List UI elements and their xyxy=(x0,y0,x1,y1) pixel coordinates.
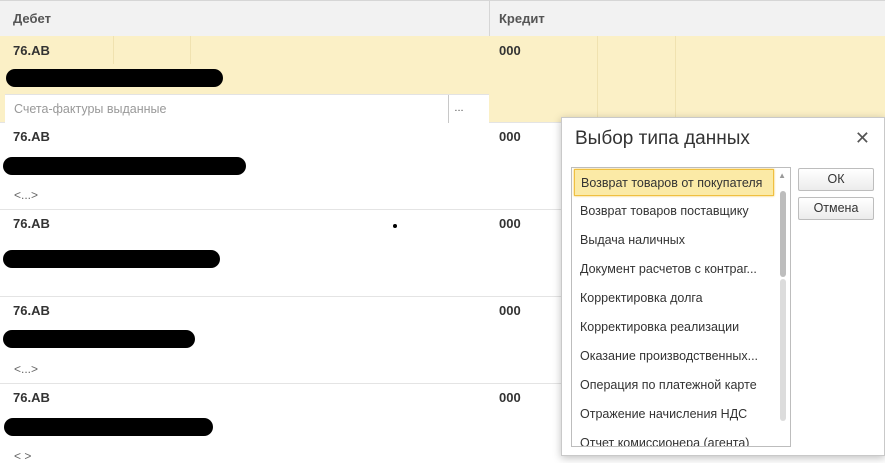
subconto-input[interactable]: Счета-фактуры выданные ... xyxy=(5,94,489,123)
subconto-input-placeholder: Счета-фактуры выданные xyxy=(14,102,167,116)
list-item[interactable]: Оказание производственных... xyxy=(574,343,774,370)
credit-column-header[interactable]: Кредит xyxy=(499,1,545,36)
header-divider xyxy=(489,1,490,36)
cell-divider xyxy=(675,36,676,122)
credit-account: 000 xyxy=(499,390,521,405)
dialog-title: Выбор типа данных xyxy=(575,128,750,149)
cell-divider xyxy=(113,36,114,64)
stray-dot xyxy=(393,224,397,228)
debit-account: 76.АВ xyxy=(13,129,50,144)
redacted-text xyxy=(3,250,220,268)
redacted-text xyxy=(3,330,195,348)
list-item[interactable]: Отражение начисления НДС xyxy=(574,401,774,428)
redacted-text xyxy=(3,157,246,175)
debit-column-header[interactable]: Дебет xyxy=(13,1,51,36)
debit-account: 76.АВ xyxy=(13,216,50,231)
data-type-list[interactable]: Возврат товаров от покупателя Возврат то… xyxy=(571,167,791,447)
ok-button[interactable]: ОК xyxy=(798,168,874,191)
cancel-button[interactable]: Отмена xyxy=(798,197,874,220)
more-link[interactable]: <...> xyxy=(14,362,38,376)
grid-header: Дебет Кредит xyxy=(0,0,885,37)
more-link[interactable]: <...> xyxy=(14,188,38,202)
list-item[interactable]: Выдача наличных xyxy=(574,227,774,254)
select-button[interactable]: ... xyxy=(448,95,469,123)
credit-account: 000 xyxy=(499,43,521,58)
list-item[interactable]: Корректировка долга xyxy=(574,285,774,312)
debit-account: 76.АВ xyxy=(13,303,50,318)
list-item[interactable]: Документ расчетов с контраг... xyxy=(574,256,774,283)
list-scrollbar[interactable]: ▲ xyxy=(777,169,789,445)
list-item[interactable]: Возврат товаров поставщику xyxy=(574,198,774,225)
debit-account: 76.АВ xyxy=(13,43,50,58)
credit-account: 000 xyxy=(499,129,521,144)
credit-account: 000 xyxy=(499,216,521,231)
scrollbar-track-fill xyxy=(780,279,786,421)
scrollbar-thumb[interactable] xyxy=(780,191,786,277)
list-item[interactable]: Возврат товаров от покупателя xyxy=(574,169,774,196)
debit-account: 76.АВ xyxy=(13,390,50,405)
data-type-dialog: Выбор типа данных ✕ Возврат товаров от п… xyxy=(561,117,885,456)
credit-account: 000 xyxy=(499,303,521,318)
more-link[interactable]: < > xyxy=(14,449,31,463)
redacted-text xyxy=(4,418,213,436)
table-row[interactable]: 76.АВ 000 Счета-фактуры выданные ... xyxy=(0,36,885,123)
cell-divider xyxy=(597,36,598,122)
list-item[interactable]: Корректировка реализации xyxy=(574,314,774,341)
close-icon[interactable]: ✕ xyxy=(855,128,870,149)
scroll-up-arrow-icon[interactable]: ▲ xyxy=(778,171,786,180)
list-item[interactable]: Отчет комиссионера (агента) xyxy=(574,430,774,446)
cell-divider xyxy=(190,36,191,64)
list-item[interactable]: Операция по платежной карте xyxy=(574,372,774,399)
redacted-text xyxy=(6,69,223,87)
